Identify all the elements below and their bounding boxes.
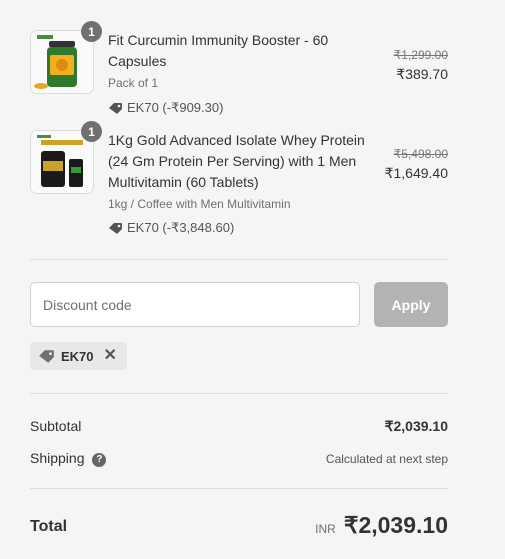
discounted-price: ₹1,649.40: [384, 165, 448, 181]
product-discount-text: EK70 (-₹3,848.60): [127, 220, 235, 235]
divider: [30, 393, 448, 394]
product-thumbnail-curcumin[interactable]: 1: [30, 21, 102, 94]
applied-code-label: EK70: [61, 348, 94, 364]
question-icon[interactable]: ?: [92, 452, 107, 467]
total-label: Total: [30, 518, 68, 535]
discount-code-input[interactable]: [30, 282, 360, 327]
tag-icon: [109, 102, 122, 114]
quantity-badge: 1: [81, 121, 102, 142]
divider: [30, 488, 448, 489]
curcumin-product-image: [31, 31, 93, 93]
divider: [30, 259, 448, 260]
tag-icon: [109, 222, 122, 234]
product-variant: Pack of 1: [108, 76, 159, 90]
discounted-price: ₹389.70: [396, 66, 448, 82]
cart-item-1: 1 Fit Curcumin Immunity Booster - 60 Cap…: [30, 21, 448, 115]
quantity-badge: 1: [81, 21, 102, 42]
shipping-value: Calculated at next step: [325, 452, 448, 466]
subtotal-value: ₹2,039.10: [384, 418, 448, 434]
product-discount-text: EK70 (-₹909.30): [127, 100, 224, 115]
product-title: Fit Curcumin Immunity Booster - 60 Capsu…: [108, 32, 329, 69]
shipping-row: Shipping ?: [30, 450, 107, 467]
whey-product-image: [31, 131, 93, 193]
shipping-label: Shipping: [30, 450, 85, 466]
original-price: ₹5,498.00: [393, 147, 448, 161]
subtotal-label: Subtotal: [30, 418, 82, 434]
cart-item-2: 1 1Kg Gold Advanced Isolate Whey Protein…: [30, 121, 448, 240]
product-title: 1Kg Gold Advanced Isolate Whey Protein (…: [108, 132, 365, 190]
apply-discount-button[interactable]: Apply: [374, 282, 448, 327]
product-variant: 1kg / Coffee with Men Multivitamin: [108, 197, 291, 211]
total-amount: ₹2,039.10: [343, 512, 448, 538]
tag-icon: [39, 349, 54, 363]
product-discount: EK70 (-₹909.30): [108, 100, 223, 116]
product-thumbnail-whey[interactable]: 1: [30, 121, 102, 194]
applied-discount-chip: EK70 ✕: [30, 342, 127, 370]
total-price: INR ₹2,039.10: [315, 512, 448, 539]
original-price: ₹1,299.00: [393, 48, 448, 62]
total-currency: INR: [315, 522, 336, 536]
close-icon[interactable]: ✕: [104, 348, 117, 364]
product-discount: EK70 (-₹3,848.60): [108, 220, 234, 236]
